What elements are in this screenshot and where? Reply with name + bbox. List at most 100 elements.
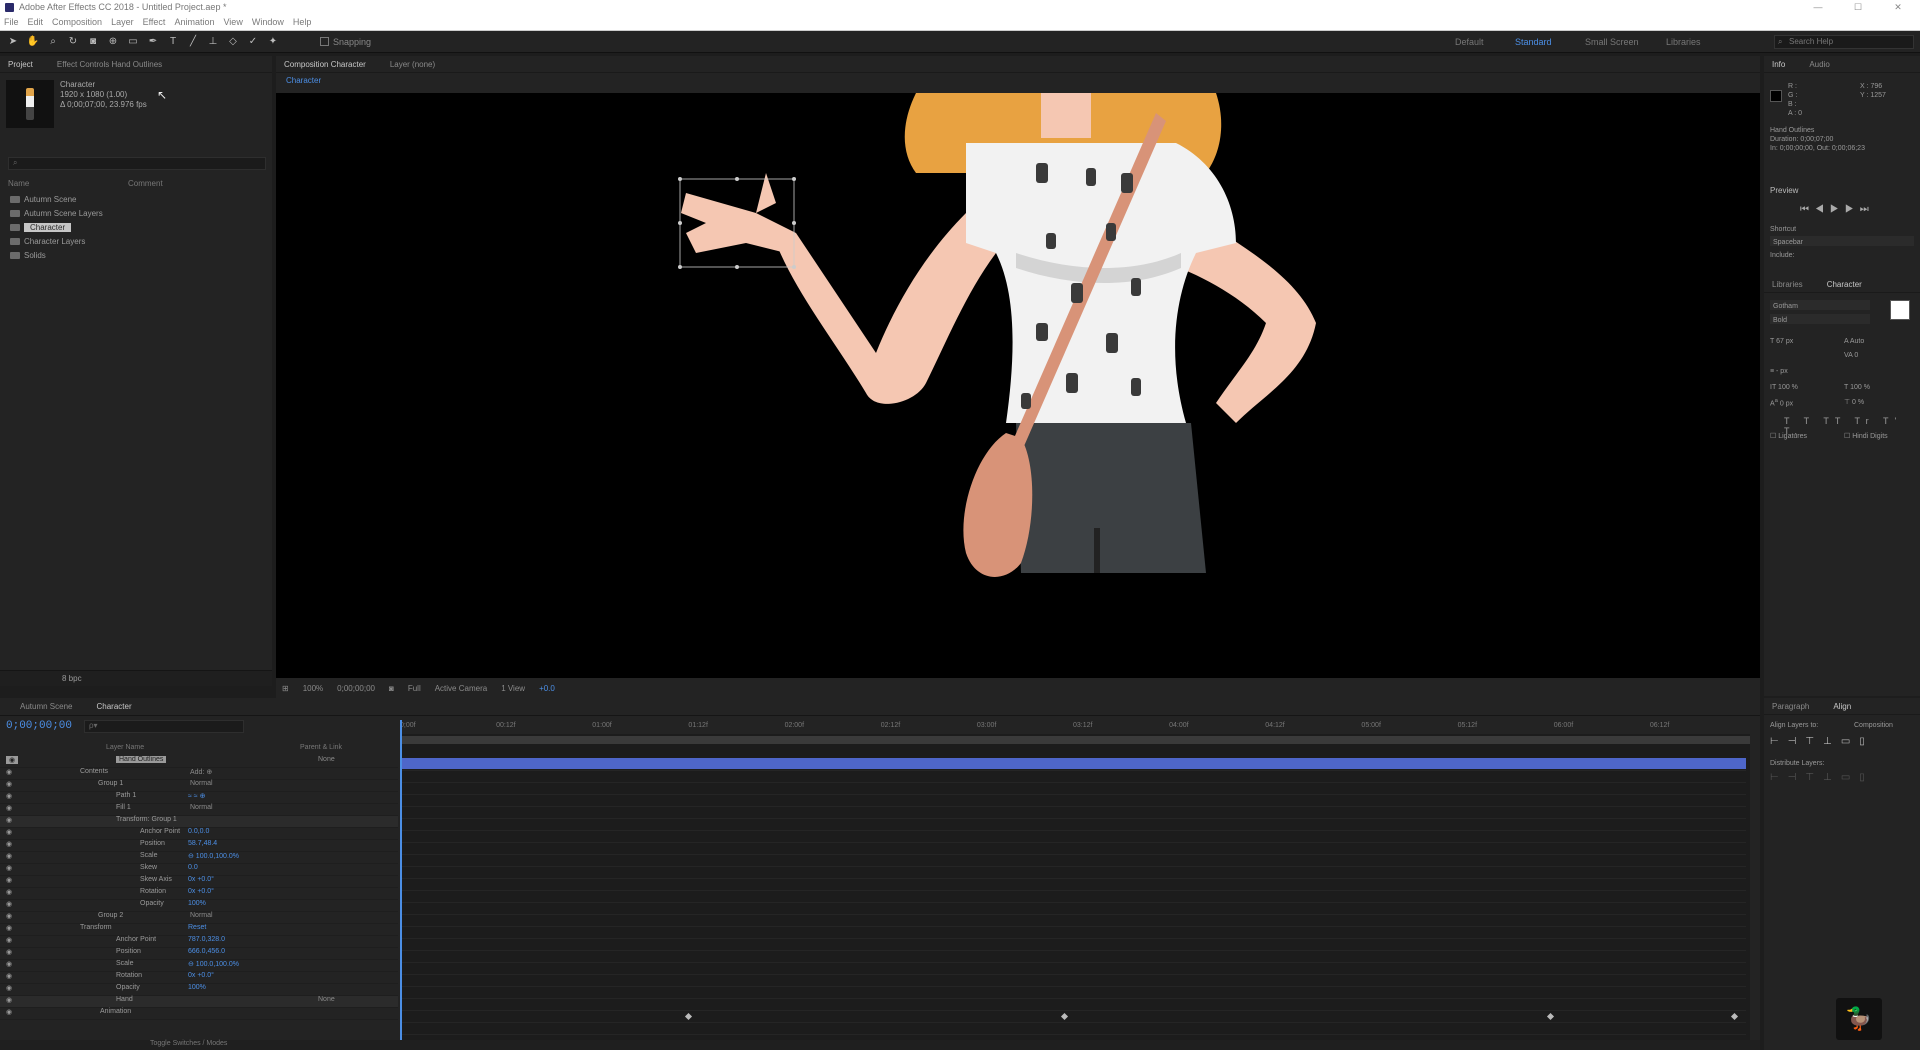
visibility-eye-icon[interactable]: ◉: [6, 948, 12, 956]
keyframe[interactable]: [1730, 1012, 1739, 1021]
timeline-current-time[interactable]: 0;00;00;00: [6, 720, 72, 732]
visibility-eye-icon[interactable]: ◉: [6, 972, 12, 980]
work-area-bar[interactable]: [400, 736, 1750, 744]
timeline-layer-row[interactable]: ◉ Rotation 0x +0.0°: [0, 972, 398, 984]
workspace-standard[interactable]: Standard: [1515, 37, 1552, 47]
timeline-property-value[interactable]: ⊖ 100.0,100.0%: [188, 960, 239, 968]
tab-align[interactable]: Align: [1833, 702, 1851, 711]
column-layer-name[interactable]: Layer Name: [106, 744, 144, 751]
tsume-field[interactable]: ⊤ 0 %: [1844, 398, 1864, 406]
visibility-eye-icon[interactable]: ◉: [6, 984, 12, 992]
timeline-property-value[interactable]: 100%: [188, 900, 206, 907]
font-family-dropdown[interactable]: Gotham: [1770, 300, 1870, 310]
hand-tool-icon[interactable]: ✋: [26, 35, 40, 49]
visibility-eye-icon[interactable]: ◉: [6, 888, 12, 896]
timeline-mode-dropdown[interactable]: Add: ⊕: [190, 768, 212, 776]
tab-layer-none[interactable]: Layer (none): [390, 60, 435, 69]
search-help-input[interactable]: ⌕ Search Help: [1774, 35, 1914, 49]
visibility-eye-icon[interactable]: ◉: [6, 852, 12, 860]
timeline-property-value[interactable]: 0x +0.0°: [188, 876, 214, 883]
stroke-width-field[interactable]: ≡ - px: [1770, 368, 1788, 375]
vertical-scale-field[interactable]: IT 100 %: [1770, 384, 1798, 391]
project-item-autumn-scene-layers[interactable]: Autumn Scene Layers: [4, 206, 266, 220]
visibility-eye-icon[interactable]: ◉: [6, 756, 19, 764]
menu-file[interactable]: File: [4, 17, 19, 27]
tab-info[interactable]: Info: [1772, 60, 1785, 69]
tab-project[interactable]: Project: [8, 60, 33, 69]
visibility-eye-icon[interactable]: ◉: [6, 864, 12, 872]
timeline-search-input[interactable]: ρ▾: [84, 720, 244, 733]
timeline-layer-row[interactable]: ◉ Position 58.7,48.4: [0, 840, 398, 852]
menu-window[interactable]: Window: [252, 17, 284, 27]
roto-brush-tool-icon[interactable]: ✓: [246, 35, 260, 49]
puppet-tool-icon[interactable]: ✦: [266, 35, 280, 49]
visibility-eye-icon[interactable]: ◉: [6, 996, 12, 1004]
tab-audio[interactable]: Audio: [1809, 60, 1829, 69]
visibility-eye-icon[interactable]: ◉: [6, 792, 12, 800]
leading-field[interactable]: A Auto: [1844, 338, 1864, 345]
column-name[interactable]: Name: [8, 179, 128, 191]
tab-character[interactable]: Character: [1827, 280, 1862, 289]
menu-view[interactable]: View: [223, 17, 242, 27]
type-tool-icon[interactable]: T: [166, 35, 180, 49]
menu-edit[interactable]: Edit: [28, 17, 44, 27]
visibility-eye-icon[interactable]: ◉: [6, 840, 12, 848]
tab-autumn-scene[interactable]: Autumn Scene: [20, 702, 72, 711]
timeline-mode-dropdown[interactable]: None: [318, 756, 335, 763]
timeline-property-value[interactable]: Reset: [188, 924, 206, 931]
zoom-tool-icon[interactable]: ⌕: [46, 35, 60, 49]
timeline-layer-row[interactable]: ◉ Anchor Point 0.0,0.0: [0, 828, 398, 840]
timeline-property-value[interactable]: 0x +0.0°: [188, 972, 214, 979]
timeline-layer-row[interactable]: ◉ Animation: [0, 1008, 398, 1020]
clone-stamp-tool-icon[interactable]: ⊥: [206, 35, 220, 49]
project-search-input[interactable]: ⌕: [8, 157, 266, 170]
timeline-layer-row[interactable]: ◉ Skew 0.0: [0, 864, 398, 876]
current-time-indicator[interactable]: [400, 720, 402, 1040]
active-camera-dropdown[interactable]: Active Camera: [435, 684, 487, 693]
timeline-layer-row[interactable]: ◉ Skew Axis 0x +0.0°: [0, 876, 398, 888]
timeline-track-area[interactable]: 0;00f 00:12f 01:00f 01:12f 02:00f 02:12f 03:00…: [400, 720, 1750, 1040]
visibility-eye-icon[interactable]: ◉: [6, 924, 12, 932]
project-item-character-layers[interactable]: Character Layers: [4, 234, 266, 248]
time-ruler[interactable]: 0;00f 00:12f 01:00f 01:12f 02:00f 02:12f 03:00…: [400, 720, 1750, 734]
visibility-eye-icon[interactable]: ◉: [6, 1008, 12, 1016]
composition-breadcrumb[interactable]: Character: [286, 76, 321, 85]
timeline-property-value[interactable]: ≈ ≈ ⊕: [188, 792, 205, 800]
timeline-mode-dropdown[interactable]: Normal: [190, 912, 213, 919]
project-item-autumn-scene[interactable]: Autumn Scene: [4, 192, 266, 206]
rectangle-tool-icon[interactable]: ▭: [126, 35, 140, 49]
preview-title[interactable]: Preview: [1770, 186, 1798, 195]
timeline-property-value[interactable]: 666.0,456.0: [188, 948, 225, 955]
zoom-dropdown[interactable]: 100%: [303, 684, 323, 693]
snapping-checkbox[interactable]: [320, 37, 329, 46]
visibility-eye-icon[interactable]: ◉: [6, 900, 12, 908]
timeline-property-value[interactable]: ⊖ 100.0,100.0%: [188, 852, 239, 860]
tab-composition-character[interactable]: Composition Character: [284, 60, 366, 69]
visibility-eye-icon[interactable]: ◉: [6, 936, 12, 944]
timeline-layer-row[interactable]: ◉ Rotation 0x +0.0°: [0, 888, 398, 900]
timeline-layer-row[interactable]: ◉ Path 1 ≈ ≈ ⊕: [0, 792, 398, 804]
project-item-character[interactable]: Character: [4, 220, 266, 234]
align-buttons[interactable]: ⊢⊣⊤⊥▭▯: [1770, 736, 1874, 747]
current-time-display[interactable]: 0;00;00;00: [337, 684, 375, 693]
pen-tool-icon[interactable]: ✒: [146, 35, 160, 49]
timeline-property-value[interactable]: 100%: [188, 984, 206, 991]
selection-tool-icon[interactable]: ➤: [6, 35, 20, 49]
keyframe[interactable]: [1546, 1012, 1555, 1021]
ligatures-checkbox[interactable]: ☐ Ligatures: [1770, 432, 1807, 440]
camera-tool-icon[interactable]: ◙: [86, 35, 100, 49]
timeline-layer-row[interactable]: ◉ Anchor Point 787.0,328.0: [0, 936, 398, 948]
baseline-shift-field[interactable]: Aa 0 px: [1770, 398, 1793, 407]
distribute-buttons[interactable]: ⊢⊣⊤⊥▭▯: [1770, 772, 1874, 783]
keyframe[interactable]: [684, 1012, 693, 1021]
timeline-layer-row[interactable]: ◉ Hand Outlines None: [0, 756, 398, 768]
timeline-property-value[interactable]: 787.0,328.0: [188, 936, 225, 943]
toggle-switches-modes[interactable]: Toggle Switches / Modes: [150, 1040, 227, 1047]
keyframe[interactable]: [1060, 1012, 1069, 1021]
workspace-libraries[interactable]: Libraries: [1666, 37, 1701, 47]
timeline-property-value[interactable]: 0.0,0.0: [188, 828, 209, 835]
grid-icon[interactable]: ⊞: [282, 684, 289, 693]
maximize-button[interactable]: ☐: [1840, 0, 1876, 14]
playback-controls[interactable]: ⏮◀▶▶⏭: [1800, 204, 1875, 215]
column-comment[interactable]: Comment: [128, 179, 163, 191]
